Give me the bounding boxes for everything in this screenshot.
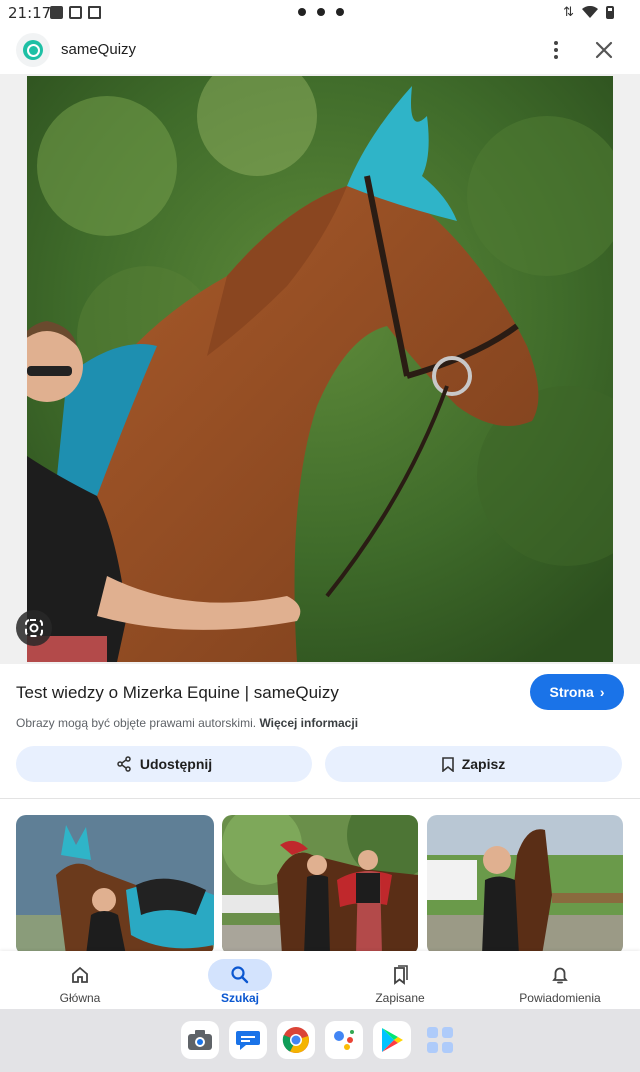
gmail-notification-icon (88, 6, 101, 19)
visit-site-button[interactable]: Strona › (530, 674, 624, 710)
divider (0, 798, 640, 799)
related-image-3[interactable] (427, 815, 623, 955)
copyright-text: Obrazy mogą być objęte prawami autorskim… (16, 716, 257, 730)
main-photo-horse[interactable] (27, 76, 613, 662)
taskbar (0, 1009, 640, 1072)
system-icons: ⇅ (563, 4, 614, 20)
image-viewer-header: sameQuizy (0, 26, 640, 74)
assistant-app-icon[interactable] (325, 1021, 363, 1059)
data-arrows-icon: ⇅ (563, 4, 574, 19)
messages-app-icon[interactable] (229, 1021, 267, 1059)
chevron-right-icon: › (599, 684, 605, 700)
chrome-app-icon[interactable] (277, 1021, 315, 1059)
save-label: Zapisz (461, 756, 506, 772)
apps-grid-icon[interactable] (421, 1021, 459, 1059)
google-lens-icon[interactable] (16, 610, 52, 646)
home-icon (72, 966, 88, 983)
status-bar: 21:17 ⇅ (0, 0, 640, 26)
nav-search[interactable]: Szukaj (160, 951, 320, 1009)
result-title[interactable]: Test wiedzy o Mizerka Equine | sameQuizy (16, 683, 339, 703)
status-time: 21:17 (8, 4, 52, 22)
bookmarks-icon (394, 965, 408, 985)
copyright-notice: Obrazy mogą być objęte prawami autorskim… (16, 716, 358, 730)
nav-notifications[interactable]: Powiadomienia (480, 951, 640, 1009)
nav-notifications-label: Powiadomienia (519, 991, 601, 1005)
save-button[interactable]: Zapisz (325, 746, 622, 782)
bell-icon (552, 967, 568, 984)
bottom-navigation: Główna Szukaj Zapisane Powiadomienia (0, 951, 640, 1009)
camera-app-icon[interactable] (181, 1021, 219, 1059)
search-icon (231, 966, 249, 984)
status-dots (298, 8, 344, 16)
nav-home-label: Główna (59, 991, 101, 1005)
nav-search-label: Szukaj (220, 991, 259, 1005)
share-label: Udostępnij (139, 756, 213, 772)
nav-saved-label: Zapisane (375, 991, 425, 1005)
play-store-app-icon[interactable] (373, 1021, 411, 1059)
battery-icon (606, 5, 614, 19)
share-button[interactable]: Udostępnij (16, 746, 312, 782)
close-icon[interactable] (592, 38, 616, 62)
bookmark-icon (441, 756, 454, 772)
site-logo[interactable] (16, 33, 50, 67)
notification-icons (50, 6, 101, 19)
related-image-1[interactable] (16, 815, 214, 955)
nav-home[interactable]: Główna (0, 951, 160, 1009)
site-name[interactable]: sameQuizy (61, 41, 136, 58)
youtube-notification-icon (50, 6, 63, 19)
nav-saved[interactable]: Zapisane (320, 951, 480, 1009)
share-icon (117, 756, 131, 772)
more-options-icon[interactable] (546, 38, 566, 62)
phone-notification-icon (69, 6, 82, 19)
wifi-icon (582, 5, 598, 18)
more-info-link[interactable]: Więcej informacji (259, 716, 358, 730)
related-image-2[interactable] (222, 815, 418, 955)
visit-site-label: Strona (549, 684, 594, 700)
